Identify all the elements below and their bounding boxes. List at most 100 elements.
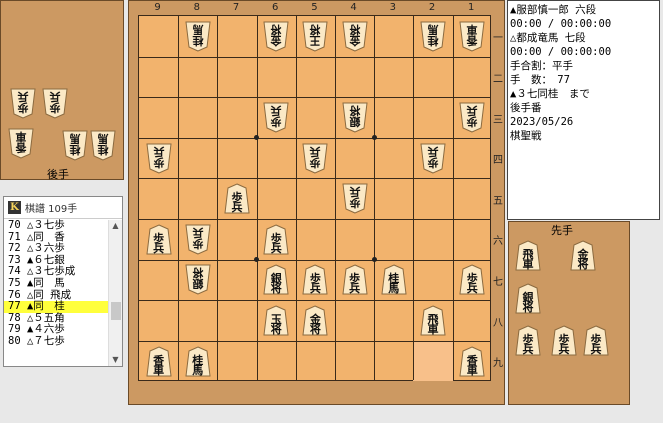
piece-char: 車 bbox=[466, 363, 478, 377]
shogi-piece[interactable]: 香車 bbox=[146, 346, 172, 377]
shogi-piece[interactable]: 金将 bbox=[302, 305, 328, 336]
shogi-piece[interactable]: 桂馬 bbox=[185, 346, 211, 377]
piece-char: 兵 bbox=[309, 144, 321, 158]
piece-char: 歩 bbox=[192, 236, 204, 250]
shogi-piece[interactable]: 歩兵 bbox=[459, 264, 485, 295]
shogi-piece[interactable]: 桂馬 bbox=[420, 21, 446, 52]
piece-char: 将 bbox=[349, 104, 361, 117]
shogi-board[interactable]: 桂馬金将王将金将桂馬香車歩兵銀将歩兵歩兵歩兵歩兵歩兵歩兵銀将歩兵歩兵歩兵銀将歩兵… bbox=[138, 15, 491, 382]
shogi-piece[interactable]: 香車 bbox=[8, 128, 34, 159]
info-line: 00:00 / 00:00:00 bbox=[510, 46, 612, 58]
shogi-piece[interactable]: 飛車 bbox=[515, 240, 541, 271]
kifu-move-row[interactable]: 77 ▲同 桂 bbox=[4, 301, 109, 313]
shogi-piece[interactable]: 香車 bbox=[459, 21, 485, 52]
piece-char: 馬 bbox=[427, 22, 439, 36]
shogi-piece[interactable]: 桂馬 bbox=[90, 130, 116, 161]
shogi-piece[interactable]: 銀将 bbox=[185, 264, 211, 295]
shogi-piece[interactable]: 歩兵 bbox=[10, 88, 36, 119]
file-number: 9 bbox=[154, 2, 161, 13]
piece-char: 歩 bbox=[466, 115, 478, 128]
kifu-titlebar: K 棋譜 109手 bbox=[4, 197, 122, 219]
shogi-piece[interactable]: 銀将 bbox=[342, 102, 368, 133]
piece-char: 歩 bbox=[49, 101, 61, 114]
scroll-down-icon[interactable]: ▼ bbox=[109, 354, 122, 366]
kifu-move-row[interactable]: 80 △７七歩 bbox=[4, 335, 109, 348]
piece-char: 兵 bbox=[192, 225, 204, 239]
shogi-piece[interactable]: 桂馬 bbox=[62, 130, 88, 161]
shogi-piece[interactable]: 金将 bbox=[570, 240, 596, 271]
piece-char: 兵 bbox=[558, 343, 570, 356]
shogi-piece[interactable]: 玉将 bbox=[263, 305, 289, 336]
piece-char: 兵 bbox=[270, 241, 282, 255]
shogi-piece[interactable]: 歩兵 bbox=[583, 325, 609, 356]
last-move-highlight bbox=[413, 340, 453, 382]
info-line: △都成竜馬 七段 bbox=[510, 32, 586, 44]
piece-char: 兵 bbox=[466, 104, 478, 117]
shogi-piece[interactable]: 歩兵 bbox=[263, 224, 289, 255]
shogi-piece[interactable]: 歩兵 bbox=[342, 183, 368, 214]
sente-stand-label: 先手 bbox=[551, 224, 573, 237]
shogi-piece[interactable]: 香車 bbox=[459, 346, 485, 377]
piece-char: 将 bbox=[577, 258, 589, 271]
rank-number: 七 bbox=[493, 276, 503, 288]
shogi-piece[interactable]: 歩兵 bbox=[146, 143, 172, 174]
piece-char: 銀 bbox=[349, 115, 361, 128]
piece-char: 兵 bbox=[309, 282, 321, 296]
rank-number: 六 bbox=[493, 236, 503, 248]
file-number: 2 bbox=[428, 2, 436, 13]
shogi-piece[interactable]: 歩兵 bbox=[263, 102, 289, 133]
grid-line bbox=[139, 178, 490, 180]
piece-char: 香 bbox=[15, 141, 27, 154]
rank-number: 九 bbox=[493, 358, 503, 370]
info-line: ▲３七同桂 まで bbox=[510, 88, 590, 100]
piece-char: 金 bbox=[270, 33, 282, 47]
piece-char: 王 bbox=[309, 33, 321, 47]
grid-line bbox=[217, 16, 219, 380]
shogi-piece[interactable]: 歩兵 bbox=[224, 183, 250, 214]
gote-stand-label: 後手 bbox=[47, 168, 69, 181]
file-number: 1 bbox=[468, 2, 475, 13]
piece-char: 兵 bbox=[231, 201, 243, 215]
kifu-logo-icon: K bbox=[8, 201, 21, 214]
piece-char: 馬 bbox=[97, 132, 109, 145]
info-line: 手合割：平手 bbox=[510, 60, 573, 72]
scroll-thumb[interactable] bbox=[111, 302, 121, 320]
kifu-scrollbar[interactable]: ▲ ▼ bbox=[108, 220, 122, 366]
piece-char: 桂 bbox=[427, 33, 439, 47]
piece-char: 車 bbox=[522, 258, 534, 271]
star-point bbox=[371, 257, 377, 263]
kifu-move-list[interactable]: 70 △３七歩 71 △同 香 72 △３六歩 73 ▲６七銀 74 △３七歩成 75 ▲… bbox=[4, 219, 109, 348]
piece-char: 桂 bbox=[192, 33, 204, 47]
shogi-piece[interactable]: 歩兵 bbox=[185, 224, 211, 255]
shogi-piece[interactable]: 歩兵 bbox=[459, 102, 485, 133]
shogi-piece[interactable]: 金将 bbox=[342, 21, 368, 52]
kifu-move-row[interactable]: 75 ▲同 馬 bbox=[4, 277, 109, 290]
shogi-piece[interactable]: 歩兵 bbox=[342, 264, 368, 295]
shogi-piece[interactable]: 銀将 bbox=[515, 283, 541, 314]
piece-char: 兵 bbox=[590, 343, 602, 356]
shogi-piece[interactable]: 歩兵 bbox=[42, 88, 68, 119]
shogi-piece[interactable]: 歩兵 bbox=[302, 264, 328, 295]
kifu-move-row[interactable]: 70 △３七歩 bbox=[4, 219, 109, 232]
shogi-piece[interactable]: 歩兵 bbox=[146, 224, 172, 255]
scroll-up-icon[interactable]: ▲ bbox=[109, 220, 122, 232]
piece-char: 兵 bbox=[49, 90, 61, 103]
shogi-piece[interactable]: 桂馬 bbox=[185, 21, 211, 52]
shogi-piece[interactable]: 歩兵 bbox=[551, 325, 577, 356]
piece-char: 将 bbox=[192, 266, 204, 280]
piece-char: 兵 bbox=[349, 185, 361, 199]
grid-line bbox=[413, 16, 415, 380]
shogi-piece[interactable]: 金将 bbox=[263, 21, 289, 52]
shogi-piece[interactable]: 歩兵 bbox=[515, 325, 541, 356]
shogi-piece[interactable]: 桂馬 bbox=[381, 264, 407, 295]
info-line: 棋聖戦 bbox=[510, 130, 542, 142]
piece-char: 香 bbox=[466, 33, 478, 47]
kifu-window[interactable]: K 棋譜 109手 70 △３七歩 71 △同 香 72 △３六歩 73 ▲６七銀 74… bbox=[3, 196, 123, 367]
shogi-piece[interactable]: 王将 bbox=[302, 21, 328, 52]
shogi-piece[interactable]: 飛車 bbox=[420, 305, 446, 336]
piece-char: 将 bbox=[309, 323, 321, 336]
rank-number: 五 bbox=[493, 195, 503, 207]
shogi-piece[interactable]: 歩兵 bbox=[420, 143, 446, 174]
shogi-piece[interactable]: 歩兵 bbox=[302, 143, 328, 174]
shogi-piece[interactable]: 銀将 bbox=[263, 264, 289, 295]
